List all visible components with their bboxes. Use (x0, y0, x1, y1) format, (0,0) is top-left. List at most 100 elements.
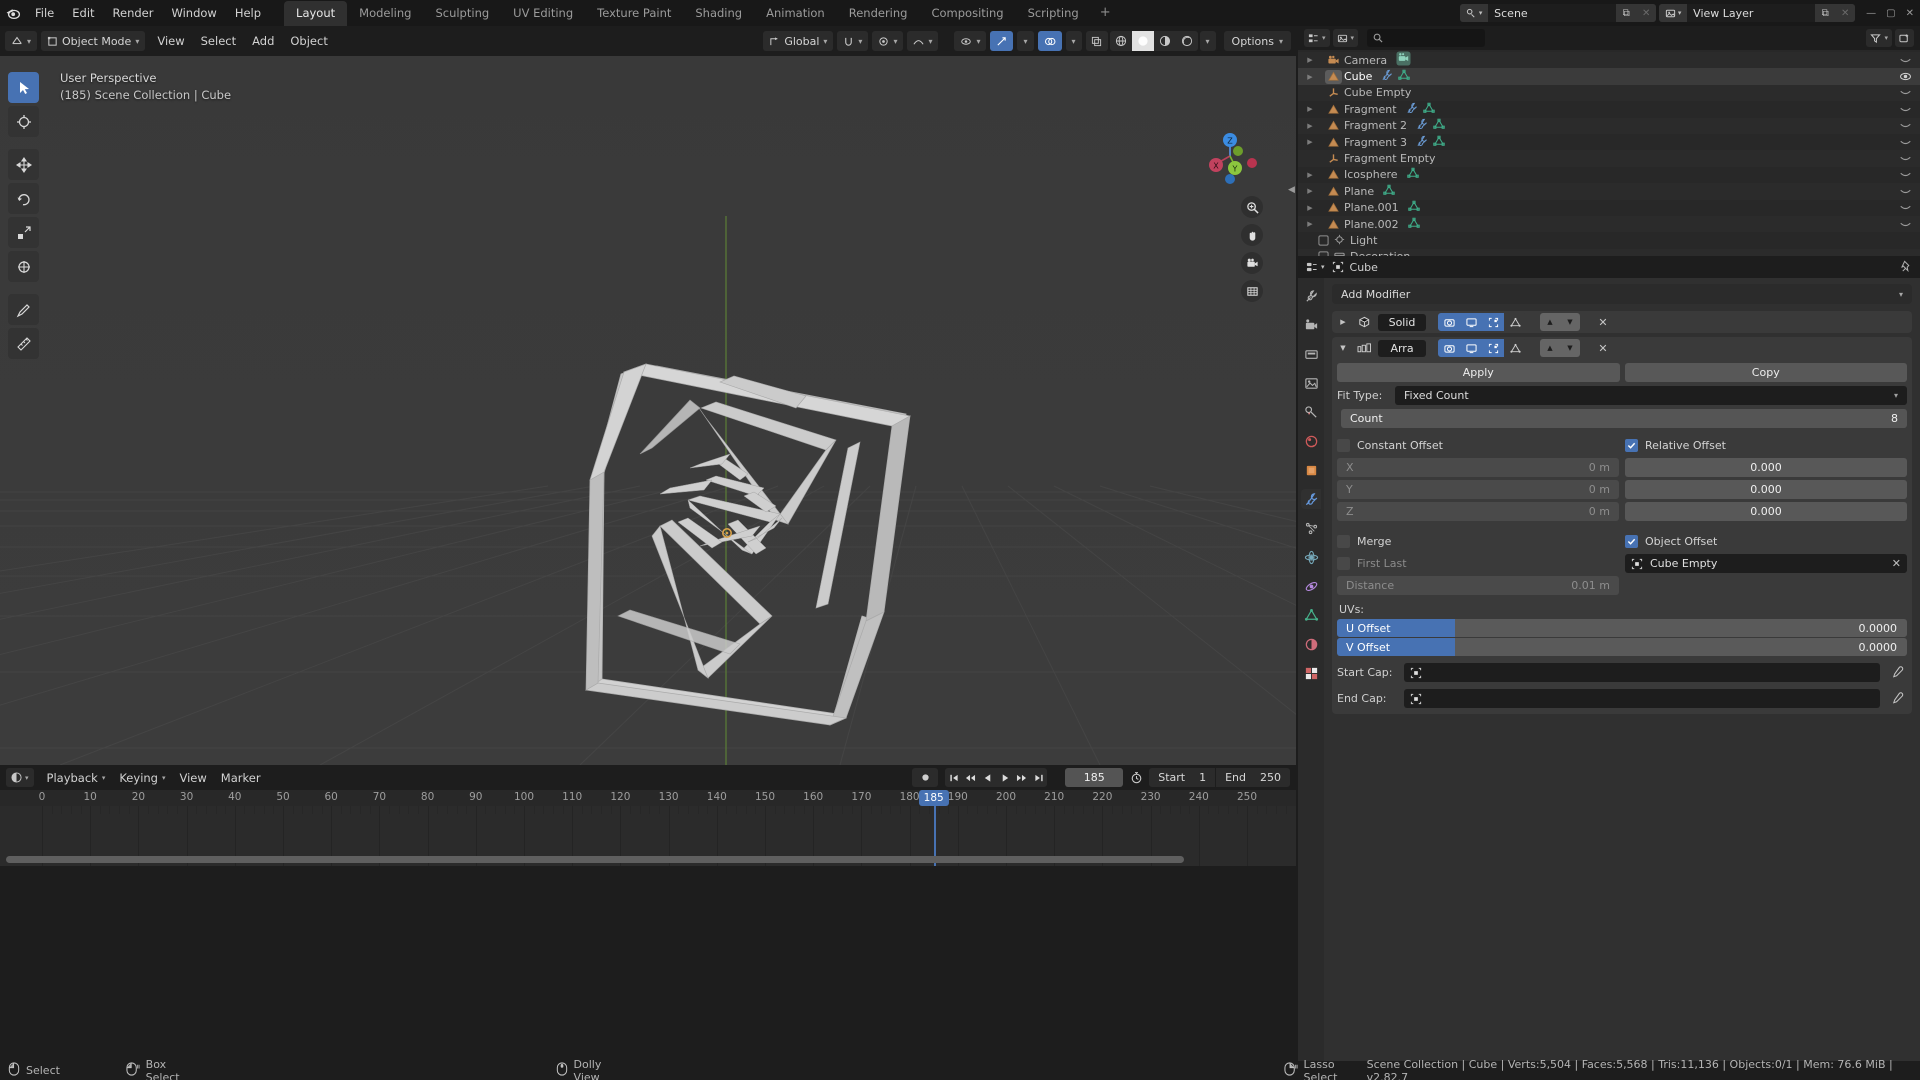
disclosure-triangle-icon[interactable]: ▶ (1304, 187, 1316, 195)
cube-wireframe-model[interactable] (0, 56, 1296, 765)
view-layer-selector[interactable]: ▾ View Layer ⧉ ✕ (1659, 4, 1856, 22)
render-toggle[interactable] (1438, 339, 1460, 357)
outliner-row-camera[interactable]: ▶ Camera (1298, 51, 1920, 69)
remove-modifier-button[interactable]: ✕ (1596, 342, 1610, 355)
add-modifier-button[interactable]: Add Modifier ▾ (1332, 284, 1912, 304)
disclosure-triangle-icon[interactable]: ▶ (1304, 204, 1316, 212)
timeline-menu-view[interactable]: View (173, 769, 214, 787)
menu-help[interactable]: Help (226, 3, 270, 23)
delete-scene-button[interactable]: ✕ (1636, 4, 1657, 22)
wireframe-shading-button[interactable] (1110, 31, 1132, 51)
outliner-new-collection-button[interactable] (1895, 29, 1914, 47)
mesh-data-icon[interactable] (1398, 69, 1411, 84)
render-toggle[interactable] (1438, 313, 1460, 331)
proportional-edit-toggle[interactable]: ▾ (872, 31, 904, 51)
viewport-menu-object[interactable]: Object (282, 31, 335, 51)
new-view-layer-button[interactable]: ⧉ (1815, 4, 1836, 22)
outliner-row-cube-empty[interactable]: Cube Empty (1298, 84, 1920, 102)
play-reverse-button[interactable] (979, 768, 996, 787)
editor-type-selector[interactable]: ▾ (5, 31, 38, 51)
edit-mode-toggle[interactable] (1482, 339, 1504, 357)
first-last-checkbox[interactable] (1337, 557, 1350, 570)
tab-particles[interactable] (1301, 518, 1321, 538)
jump-to-start-button[interactable] (945, 768, 962, 787)
visibility-selector[interactable]: ▾ (954, 31, 987, 51)
minimize-button[interactable]: — (1866, 8, 1876, 19)
outliner-row-icosphere[interactable]: ▶ Icosphere (1298, 167, 1920, 183)
outliner-display-mode-selector[interactable]: ▾ (1332, 29, 1359, 47)
viewport-menu-select[interactable]: Select (193, 31, 244, 51)
viewport-sidebar-collapse-handle[interactable]: ◀ (1287, 181, 1296, 199)
workspace-tab-scripting[interactable]: Scripting (1016, 1, 1091, 26)
scale-tool-button[interactable] (8, 217, 39, 248)
timeline-playhead-label[interactable]: 185 (918, 790, 949, 806)
shading-mode-group[interactable] (1109, 31, 1198, 51)
jump-to-end-button[interactable] (1030, 768, 1047, 787)
snap-toggle[interactable]: ▾ (837, 31, 869, 51)
menu-edit[interactable]: Edit (63, 3, 103, 23)
relative-offset-row[interactable]: Relative Offset (1625, 436, 1907, 455)
modifier-name-solidify[interactable]: Solid (1378, 313, 1426, 331)
visibility-toggle-icon[interactable] (1899, 87, 1912, 98)
timeline-menu-playback[interactable]: Playback ▾ (40, 769, 113, 787)
collapse-arrow-icon[interactable]: ▼ (1336, 344, 1350, 352)
mesh-data-icon[interactable] (1422, 102, 1435, 117)
relative-offset-z[interactable]: 0.000 (1625, 502, 1907, 521)
remove-modifier-button[interactable]: ✕ (1596, 316, 1610, 329)
viewport-menu-view[interactable]: View (149, 31, 192, 51)
outliner-editor-type-selector[interactable]: ▾ (1304, 29, 1330, 47)
timeline-menu-marker[interactable]: Marker (214, 769, 268, 787)
solid-shading-button[interactable] (1131, 31, 1154, 51)
modifier-name-array[interactable]: Arra (1378, 339, 1426, 357)
modifier-wrench-icon[interactable] (1416, 135, 1428, 150)
close-window-button[interactable]: ✕ (1906, 8, 1914, 19)
object-offset-target-field[interactable]: Cube Empty ✕ (1625, 554, 1907, 573)
tab-material[interactable] (1301, 634, 1321, 654)
tab-view-layer[interactable] (1301, 373, 1321, 393)
workspace-tab-texture-paint[interactable]: Texture Paint (585, 1, 683, 26)
visibility-toggle-icon[interactable] (1899, 104, 1912, 115)
modifier-header-array[interactable]: ▼ Arra ▲ ▼ ✕ (1332, 337, 1912, 359)
disclosure-triangle-icon[interactable]: ▶ (1304, 122, 1316, 130)
use-preview-range-icon[interactable] (1125, 768, 1147, 787)
end-cap-row[interactable]: End Cap: (1337, 689, 1907, 708)
outliner-row-light[interactable]: Light (1298, 232, 1920, 248)
viewport-options-button[interactable]: Options ▾ (1223, 31, 1291, 51)
workspace-tab-rendering[interactable]: Rendering (837, 1, 920, 26)
modifier-wrench-icon[interactable] (1381, 69, 1393, 84)
tab-tool[interactable] (1301, 286, 1321, 306)
outliner-row-cube[interactable]: ▶ Cube (1298, 68, 1920, 85)
constant-offset-z[interactable]: Z 0 m (1337, 502, 1619, 521)
scene-selector[interactable]: ▾ Scene ⧉ ✕ (1460, 4, 1657, 22)
workspace-tab-sculpting[interactable]: Sculpting (423, 1, 501, 26)
overlays-options-dropdown[interactable]: ▾ (1065, 31, 1082, 51)
relative-offset-y[interactable]: 0.000 (1625, 480, 1907, 499)
overlays-toggle[interactable] (1037, 31, 1062, 51)
outliner-row-plane[interactable]: ▶ Plane (1298, 183, 1920, 200)
annotate-tool-button[interactable] (8, 294, 39, 325)
visibility-toggle-icon[interactable] (1899, 219, 1912, 230)
modifier-wrench-icon[interactable] (1416, 118, 1428, 133)
workspace-tab-animation[interactable]: Animation (754, 1, 837, 26)
camera-data-icon[interactable] (1396, 51, 1411, 69)
pan-icon[interactable] (1241, 224, 1263, 246)
mesh-data-icon[interactable] (1383, 184, 1395, 199)
visibility-toggle-icon[interactable] (1899, 55, 1912, 66)
navigation-gizmo[interactable]: Z X Y (1192, 118, 1268, 194)
jump-to-prev-keyframe-button[interactable] (962, 768, 979, 787)
object-offset-checkbox[interactable] (1625, 535, 1638, 548)
disclosure-triangle-icon[interactable]: ▶ (1304, 56, 1316, 64)
realtime-toggle[interactable] (1460, 339, 1482, 357)
cursor-tool-button[interactable] (8, 106, 39, 137)
viewport-menu-add[interactable]: Add (244, 31, 282, 51)
modifier-header-solidify[interactable]: ▶ Solid ▲ ▼ ✕ (1332, 311, 1912, 333)
material-preview-button[interactable] (1154, 31, 1176, 51)
workspace-tab-compositing[interactable]: Compositing (919, 1, 1015, 26)
start-cap-row[interactable]: Start Cap: (1337, 663, 1907, 682)
copy-button[interactable]: Copy (1624, 363, 1907, 382)
play-button[interactable] (996, 768, 1013, 787)
on-cage-toggle[interactable] (1504, 339, 1526, 357)
camera-icon[interactable] (1241, 252, 1263, 274)
outliner-row-plane-002[interactable]: ▶ Plane.002 (1298, 215, 1920, 233)
end-frame-field[interactable]: End 250 (1216, 768, 1290, 787)
